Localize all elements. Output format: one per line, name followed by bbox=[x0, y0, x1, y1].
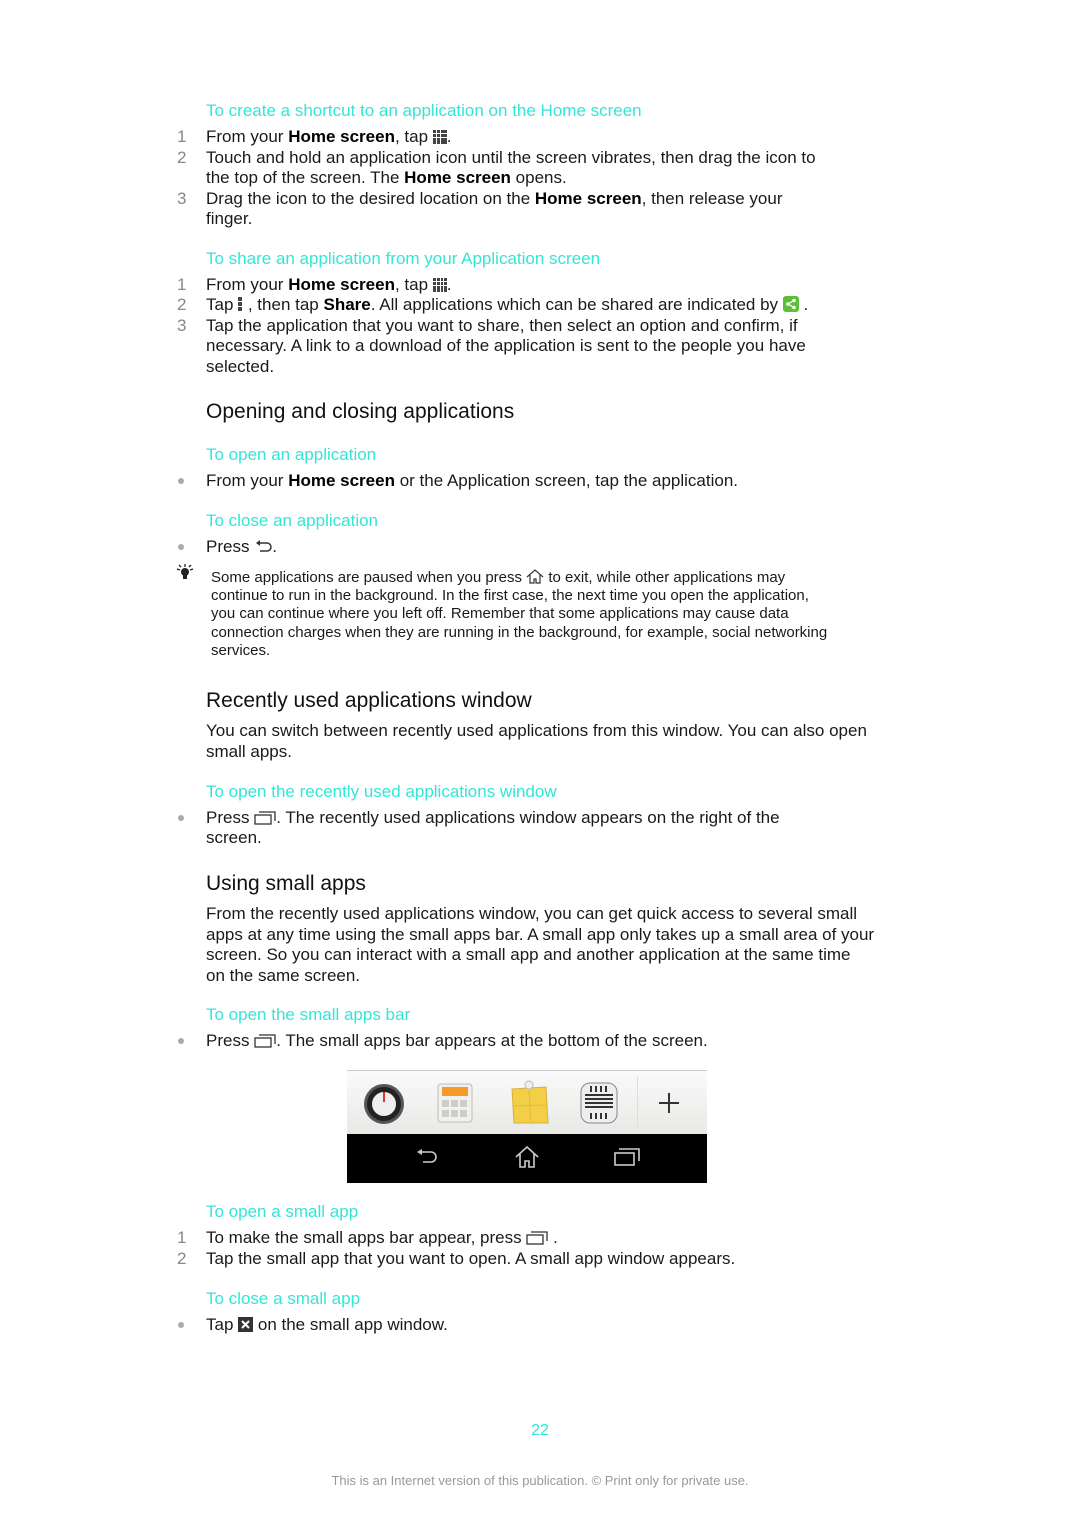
paragraph: screen. So you can interact with a small… bbox=[206, 945, 851, 964]
bullet-text: Press . The small apps bar appears at th… bbox=[206, 1031, 708, 1054]
bullet-text: Tap on the small app window. bbox=[206, 1315, 448, 1338]
step-text: necessary. A link to a download of the a… bbox=[206, 336, 806, 355]
recent-apps-icon[interactable] bbox=[614, 1148, 640, 1171]
tip-text: you can continue where you left off. Rem… bbox=[211, 605, 789, 622]
back-icon[interactable] bbox=[415, 1148, 439, 1171]
home-icon[interactable] bbox=[515, 1145, 539, 1173]
tip-text: connection charges when they are running… bbox=[211, 624, 828, 641]
step-number: 2 bbox=[177, 148, 187, 167]
bullet-text: screen. bbox=[206, 828, 262, 847]
bullet bbox=[178, 1322, 184, 1328]
step-number: 1 bbox=[177, 127, 187, 146]
step-text: selected. bbox=[206, 357, 275, 376]
tip-text: continue to run in the background. In th… bbox=[211, 587, 809, 604]
navigation-bar bbox=[347, 1134, 707, 1183]
subheading-open-small-apps-bar: To open the small apps bar bbox=[206, 1005, 411, 1024]
step-text: From your Home screen, tap . bbox=[206, 127, 452, 150]
subheading-open-recent: To open the recently used applications w… bbox=[206, 782, 557, 801]
divider bbox=[637, 1077, 638, 1129]
bullet bbox=[178, 1038, 184, 1044]
apps-grid-icon bbox=[432, 129, 447, 150]
notes-app-icon[interactable] bbox=[508, 1079, 550, 1130]
step-text: To make the small apps bar appear, press… bbox=[206, 1228, 558, 1251]
step-text: Tap the small app that you want to open.… bbox=[206, 1249, 736, 1268]
section-title-opening-closing: Opening and closing applications bbox=[206, 400, 515, 423]
bullet-text: Press . The recently used applications w… bbox=[206, 808, 780, 831]
paragraph: You can switch between recently used app… bbox=[206, 721, 867, 740]
subheading-open-small-app: To open a small app bbox=[206, 1202, 359, 1221]
recent-apps-icon bbox=[254, 1033, 276, 1054]
bullet-text: From your Home screen or the Application… bbox=[206, 471, 739, 490]
step-text: Drag the icon to the desired location on… bbox=[206, 189, 783, 208]
section-title-small-apps: Using small apps bbox=[206, 872, 366, 895]
paragraph: From the recently used applications wind… bbox=[206, 904, 858, 923]
share-icon bbox=[782, 296, 799, 318]
section-title-recent-apps: Recently used applications window bbox=[206, 689, 532, 712]
subheading-close-app: To close an application bbox=[206, 511, 379, 530]
subheading-close-small-app: To close a small app bbox=[206, 1289, 361, 1308]
step-number: 3 bbox=[177, 189, 187, 208]
step-text: finger. bbox=[206, 209, 253, 228]
voice-recorder-app-icon[interactable] bbox=[579, 1082, 619, 1129]
subheading-create-shortcut: To create a shortcut to an application o… bbox=[206, 101, 642, 120]
step-text: Touch and hold an application icon until… bbox=[206, 148, 816, 167]
paragraph: small apps. bbox=[206, 742, 292, 761]
bullet bbox=[178, 544, 184, 550]
step-number: 1 bbox=[177, 1228, 187, 1247]
bullet-text: Press . bbox=[206, 537, 277, 560]
timer-app-icon[interactable] bbox=[363, 1083, 405, 1130]
calculator-app-icon[interactable] bbox=[437, 1083, 473, 1128]
subheading-open-app: To open an application bbox=[206, 445, 377, 464]
bullet bbox=[178, 478, 184, 484]
tip-text: services. bbox=[211, 642, 271, 659]
paragraph: on the same screen. bbox=[206, 966, 361, 985]
footer-notice: This is an Internet version of this publ… bbox=[331, 1473, 749, 1488]
page-number: 22 bbox=[531, 1422, 549, 1439]
add-icon[interactable] bbox=[657, 1091, 681, 1120]
paragraph: apps at any time using the small apps ba… bbox=[206, 925, 875, 944]
step-text: the top of the screen. The Home screen o… bbox=[206, 168, 567, 187]
step-number: 1 bbox=[177, 275, 187, 294]
recent-apps-icon bbox=[526, 1230, 548, 1251]
tip-lightbulb-icon bbox=[176, 564, 194, 587]
bullet bbox=[178, 815, 184, 821]
small-apps-bar bbox=[347, 1070, 707, 1135]
small-apps-bar-screenshot bbox=[347, 1070, 707, 1183]
back-icon bbox=[254, 539, 272, 560]
subheading-share-app: To share an application from your Applic… bbox=[206, 249, 601, 268]
manual-page: To create a shortcut to an application o… bbox=[0, 0, 1080, 1527]
step-number: 2 bbox=[177, 1249, 187, 1268]
step-text: Tap , then tap Share. All applications w… bbox=[206, 295, 808, 318]
close-box-icon bbox=[238, 1317, 254, 1338]
step-number: 2 bbox=[177, 295, 187, 314]
step-number: 3 bbox=[177, 316, 187, 335]
step-text: Tap the application that you want to sha… bbox=[206, 316, 798, 335]
